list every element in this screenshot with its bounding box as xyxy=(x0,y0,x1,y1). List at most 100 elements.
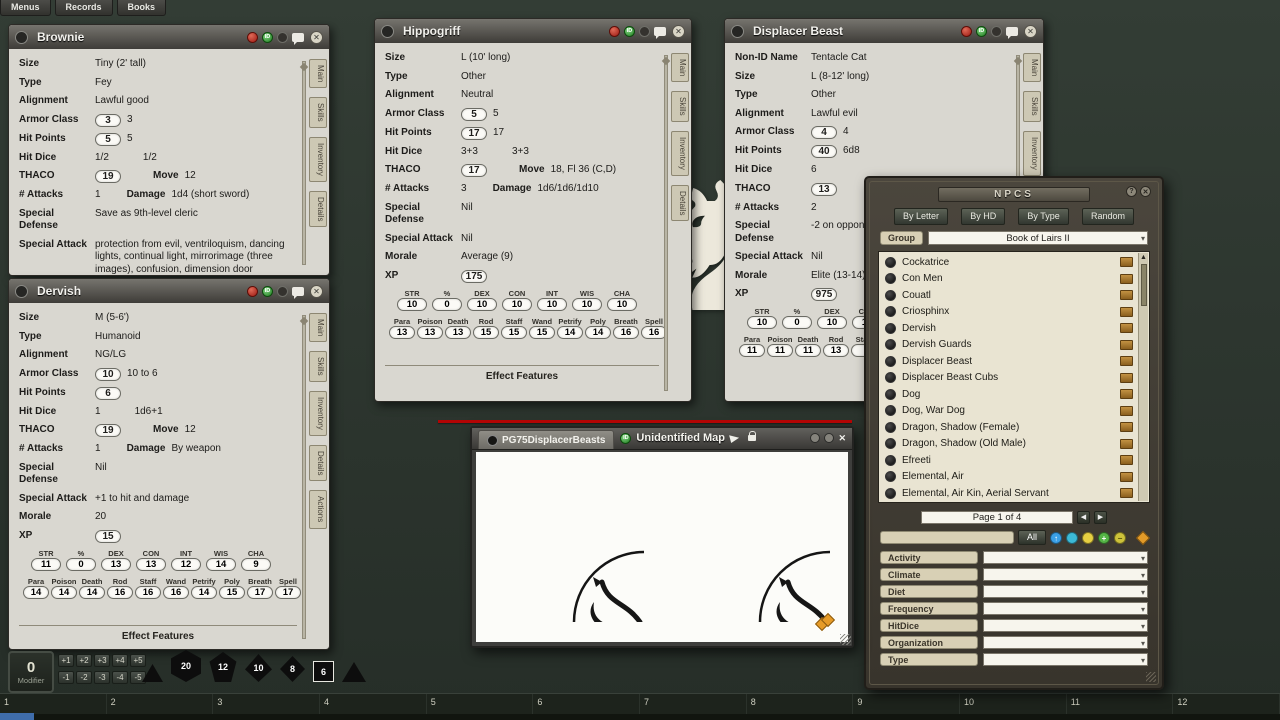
npc-portrait-icon[interactable] xyxy=(885,389,896,400)
npc-name[interactable]: Dog, War Dog xyxy=(902,405,1114,416)
resize-grip[interactable] xyxy=(840,634,851,645)
book-link-icon[interactable] xyxy=(1120,373,1133,383)
book-link-icon[interactable] xyxy=(1120,257,1133,267)
id-toggle-button[interactable]: ID xyxy=(624,26,635,37)
hotkey-slot[interactable]: 5 xyxy=(427,694,534,714)
ability-value-box[interactable]: 10 xyxy=(537,298,567,311)
book-link-icon[interactable] xyxy=(1120,406,1133,416)
side-tab[interactable]: Skills xyxy=(309,97,327,128)
window-option-button[interactable] xyxy=(824,433,834,443)
save-value-box[interactable]: 13 xyxy=(389,326,415,339)
d20-die[interactable]: 20 xyxy=(171,650,201,682)
modifier-button[interactable]: -4 xyxy=(112,671,128,684)
d10-die[interactable]: 10 xyxy=(245,654,272,682)
list-scrollbar[interactable]: ▲ xyxy=(1138,253,1148,501)
modifier-stack[interactable]: 0 Modifier xyxy=(8,651,54,693)
filter-dropdown[interactable]: ▾ xyxy=(983,636,1148,649)
side-tab[interactable]: Skills xyxy=(309,351,327,382)
stat-value-box[interactable]: 5 xyxy=(95,133,121,146)
hotkey-slot[interactable]: 4 xyxy=(320,694,427,714)
d6-die[interactable]: 6 xyxy=(313,661,334,682)
help-button[interactable]: ? xyxy=(1126,186,1137,197)
save-value-box[interactable]: 11 xyxy=(767,344,793,357)
npc-name[interactable]: Couatl xyxy=(902,290,1114,301)
save-value-box[interactable]: 13 xyxy=(823,344,849,357)
stat-value-box[interactable]: 4 xyxy=(811,126,837,139)
npc-name[interactable]: Cockatrice xyxy=(902,257,1114,268)
ability-value-box[interactable]: 10 xyxy=(817,316,847,329)
side-tab[interactable]: Inventory xyxy=(671,131,689,176)
npc-list-item[interactable]: Dog xyxy=(879,386,1149,403)
modifier-button[interactable]: +4 xyxy=(112,654,128,667)
filter-cyan-button[interactable] xyxy=(1066,532,1078,544)
d4-die[interactable] xyxy=(142,664,163,682)
npc-list-item[interactable]: Cockatrice xyxy=(879,254,1149,271)
pointer-icon[interactable] xyxy=(729,433,740,443)
ability-value-box[interactable]: 10 xyxy=(747,316,777,329)
save-value-box[interactable]: 15 xyxy=(501,326,527,339)
scroll-up-icon[interactable]: ▲ xyxy=(1139,253,1148,263)
modifier-button[interactable]: -2 xyxy=(76,671,92,684)
window-titlebar[interactable]: Hippogriff ID ✕ xyxy=(375,19,691,43)
save-value-box[interactable]: 16 xyxy=(613,326,639,339)
npc-list-item[interactable]: Elemental, Air xyxy=(879,469,1149,486)
side-tab[interactable]: Main xyxy=(309,313,327,342)
npc-name[interactable]: Criosphinx xyxy=(902,306,1114,317)
menu-tab[interactable]: Books xyxy=(117,0,167,16)
map-titlebar[interactable]: PG75DisplacerBeasts ID Unidentified Map … xyxy=(472,428,852,450)
faction-icon[interactable] xyxy=(609,26,620,37)
window-hippogriff[interactable]: Hippogriff ID ✕ Size L (10' long) xyxy=(374,18,692,402)
book-link-icon[interactable] xyxy=(1120,439,1133,449)
scrollbar[interactable] xyxy=(302,315,306,639)
faction-icon[interactable] xyxy=(247,286,258,297)
ability-value-box[interactable]: 0 xyxy=(66,558,96,571)
npc-name[interactable]: Efreeti xyxy=(902,455,1114,466)
book-link-icon[interactable] xyxy=(1120,472,1133,482)
layers-button[interactable] xyxy=(816,614,836,632)
hotkey-slot[interactable]: 8 xyxy=(747,694,854,714)
save-value-box[interactable]: 14 xyxy=(79,586,105,599)
filter-dropdown[interactable]: ▾ xyxy=(983,568,1148,581)
hotkey-slot[interactable]: 12 xyxy=(1173,694,1280,714)
ability-value-box[interactable]: 0 xyxy=(432,298,462,311)
hotkey-slot[interactable]: 2 xyxy=(107,694,214,714)
stat-value-box[interactable]: 3 xyxy=(95,114,121,127)
stat-value-box[interactable]: 19 xyxy=(95,170,121,183)
stat-value-box[interactable]: 975 xyxy=(811,288,837,301)
filter-dropdown[interactable]: ▾ xyxy=(983,619,1148,632)
chat-bubble-button[interactable] xyxy=(654,27,666,36)
ability-value-box[interactable]: 9 xyxy=(241,558,271,571)
id-toggle-button[interactable]: ID xyxy=(262,32,273,43)
stat-value-box[interactable]: 175 xyxy=(461,270,487,283)
book-link-icon[interactable] xyxy=(1120,455,1133,465)
side-tab[interactable]: Skills xyxy=(1023,91,1041,122)
filter-olive-button[interactable]: − xyxy=(1114,532,1126,544)
stat-value-box[interactable]: 5 xyxy=(461,108,487,121)
npc-list-item[interactable]: Efreeti xyxy=(879,452,1149,469)
sort-tab[interactable]: By Type xyxy=(1018,208,1068,225)
save-value-box[interactable]: 14 xyxy=(585,326,611,339)
hotkey-slot[interactable]: 3 xyxy=(213,694,320,714)
stat-value-box[interactable]: 17 xyxy=(461,164,487,177)
sort-tab[interactable]: Random xyxy=(1082,208,1134,225)
side-tab[interactable]: Main xyxy=(309,59,327,88)
stat-value-box[interactable]: 6 xyxy=(95,387,121,400)
npc-list-item[interactable]: Couatl xyxy=(879,287,1149,304)
close-button[interactable]: ✕ xyxy=(310,31,323,44)
close-button[interactable]: ✕ xyxy=(838,433,846,444)
menu-tab[interactable]: Records xyxy=(55,0,113,16)
save-value-box[interactable]: 17 xyxy=(275,586,301,599)
npc-portrait-icon[interactable] xyxy=(885,438,896,449)
next-page-button[interactable]: ▶ xyxy=(1094,511,1107,524)
filter-dropdown[interactable]: ▾ xyxy=(983,585,1148,598)
side-tab[interactable]: Inventory xyxy=(1023,131,1041,176)
side-tab[interactable]: Actions xyxy=(309,490,327,528)
close-button[interactable]: ✕ xyxy=(310,285,323,298)
window-titlebar[interactable]: Brownie ID ✕ xyxy=(9,25,329,49)
npc-name[interactable]: Dog xyxy=(902,389,1114,400)
npc-name[interactable]: Con Men xyxy=(902,273,1114,284)
save-value-box[interactable]: 16 xyxy=(163,586,189,599)
filter-yellow-button[interactable] xyxy=(1082,532,1094,544)
npc-list-item[interactable]: Displacer Beast Cubs xyxy=(879,370,1149,387)
hotkey-slot[interactable]: 10 xyxy=(960,694,1067,714)
